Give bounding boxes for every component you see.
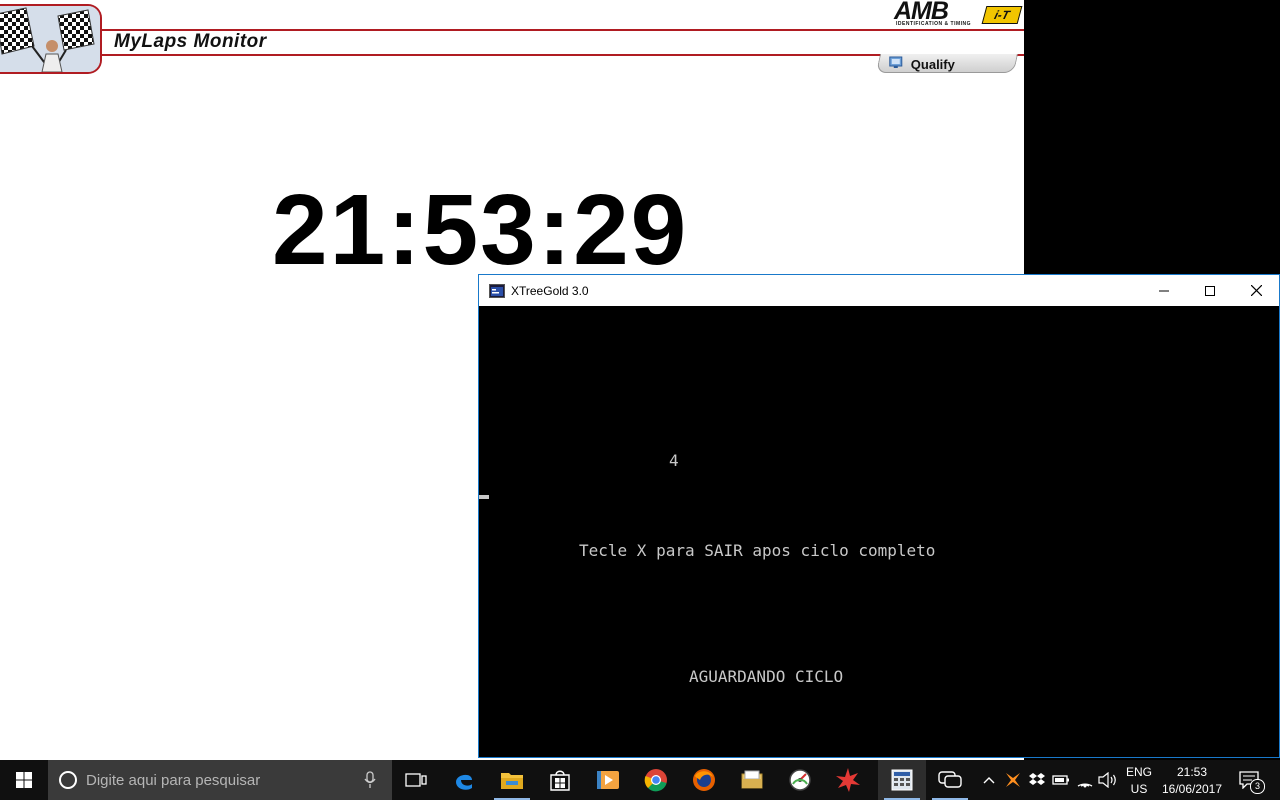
cortana-icon — [59, 771, 77, 789]
action-center-icon[interactable]: 3 — [1238, 769, 1265, 794]
store-icon[interactable] — [536, 760, 584, 800]
wifi-icon[interactable] — [1075, 770, 1095, 790]
console-area[interactable]: 4 Tecle X para SAIR apos ciclo completo … — [479, 306, 1279, 757]
input-language[interactable]: ENG US — [1122, 764, 1156, 798]
volume-icon[interactable] — [1098, 770, 1118, 790]
amb-brand-logo: AMB i-T IDENTIFICATION & TIMING — [894, 0, 1023, 29]
close-icon — [1250, 285, 1262, 296]
tray-date: 16/06/2017 — [1161, 781, 1223, 796]
maximize-icon — [1205, 285, 1215, 296]
exit-instruction: Tecle X para SAIR apos ciclo completo — [579, 541, 936, 560]
cycle-counter: 4 — [669, 451, 679, 470]
qualify-label: Qualify — [910, 57, 955, 72]
red-star-icon[interactable] — [824, 760, 872, 800]
minimize-icon — [1159, 290, 1169, 291]
edge-icon[interactable] — [440, 760, 488, 800]
notification-count: 3 — [1250, 779, 1265, 794]
amb-badge: i-T — [981, 6, 1023, 24]
window-titlebar[interactable]: XTreeGold 3.0 — [479, 275, 1279, 306]
media-player-icon[interactable] — [584, 760, 632, 800]
app-title: MyLaps Monitor — [114, 31, 267, 52]
qualify-button[interactable]: Qualify — [875, 54, 1019, 74]
language-code: ENG — [1125, 765, 1152, 779]
folder-app-icon[interactable] — [728, 760, 776, 800]
status-message: AGUARDANDO CICLO — [689, 667, 844, 686]
speedometer-icon[interactable] — [776, 760, 824, 800]
keyboard-layout: US — [1130, 781, 1148, 796]
search-placeholder: Digite aqui para pesquisar — [86, 771, 261, 789]
start-button[interactable] — [0, 760, 48, 800]
maximize-button[interactable] — [1187, 275, 1233, 306]
chrome-icon[interactable] — [632, 760, 680, 800]
file-explorer-icon[interactable] — [488, 760, 536, 800]
window-title: XTreeGold 3.0 — [511, 283, 589, 298]
search-box[interactable]: Digite aqui para pesquisar — [48, 760, 392, 800]
race-clock: 21:53:29 — [272, 174, 689, 286]
microphone-icon[interactable] — [364, 771, 376, 789]
tray-time: 21:53 — [1176, 765, 1208, 779]
clock-date[interactable]: 21:53 16/06/2017 — [1158, 764, 1226, 798]
taskbar: Digite aqui para pesquisar ENG US 21:53 … — [0, 760, 1280, 800]
dropbox-icon[interactable] — [1027, 770, 1047, 790]
amb-brand-subtitle: IDENTIFICATION & TIMING — [896, 21, 972, 27]
chat-icon[interactable] — [926, 760, 974, 800]
qualify-icon — [889, 55, 903, 74]
firefox-icon[interactable] — [680, 760, 728, 800]
task-view-icon[interactable] — [392, 760, 440, 800]
close-button[interactable] — [1233, 275, 1279, 306]
mylaps-header: MyLaps Monitor AMB i-T IDENTIFICATION & … — [0, 0, 1024, 76]
windows-logo-icon — [16, 772, 32, 788]
minimize-button[interactable] — [1141, 275, 1187, 306]
checkered-flag-logo — [0, 4, 102, 74]
console-cursor — [479, 495, 489, 499]
xtreegold-window[interactable]: XTreeGold 3.0 4 Tecle X para SAIR apos c… — [478, 274, 1280, 758]
battery-icon[interactable] — [1051, 770, 1071, 790]
calculator-window-icon[interactable] — [878, 760, 926, 800]
dos-app-icon — [489, 283, 505, 299]
chevron-up-icon[interactable] — [979, 770, 999, 790]
orange-app-tray-icon[interactable] — [1003, 770, 1023, 790]
